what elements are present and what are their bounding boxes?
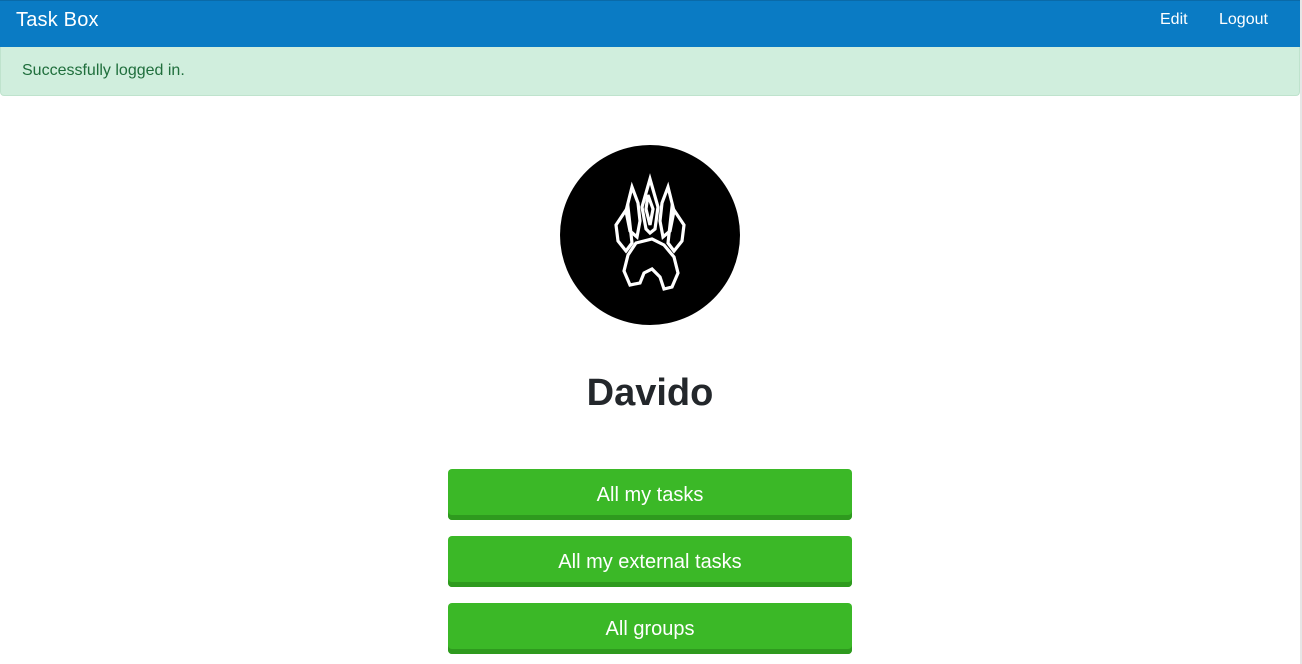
paw-claw-icon	[614, 173, 686, 291]
all-my-tasks-button[interactable]: All my tasks	[448, 469, 852, 520]
top-navbar: Task Box Edit Logout	[0, 0, 1302, 47]
avatar	[560, 145, 740, 325]
nav-edit-link[interactable]: Edit	[1160, 11, 1188, 29]
brand-link[interactable]: Task Box	[16, 9, 99, 32]
alert-message: Successfully logged in.	[22, 62, 185, 79]
nav-logout-link[interactable]: Logout	[1219, 11, 1268, 29]
success-alert: Successfully logged in.	[0, 47, 1300, 96]
all-groups-button[interactable]: All groups	[448, 603, 852, 654]
profile-name: Davido	[586, 372, 714, 414]
all-my-external-tasks-button[interactable]: All my external tasks	[448, 536, 852, 587]
